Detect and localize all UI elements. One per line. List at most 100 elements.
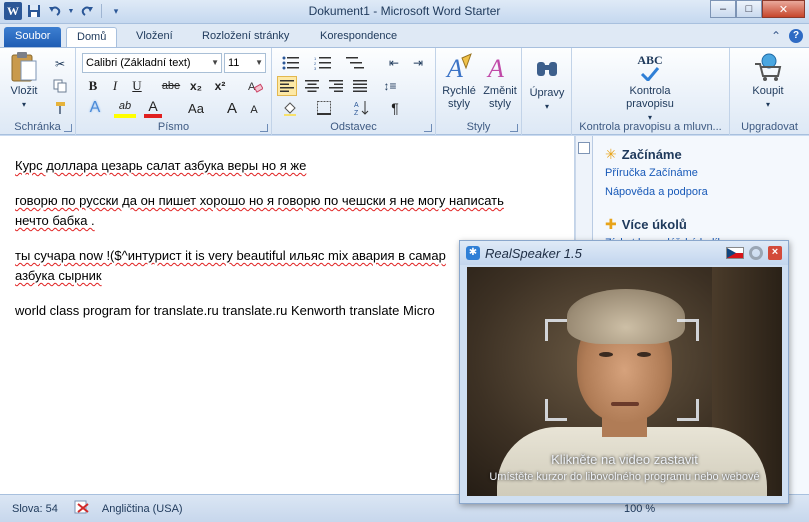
realspeaker-window[interactable]: ✱ RealSpeaker 1.5 × Klikněte na video za… [459, 240, 789, 504]
quick-styles-button[interactable]: A Rychlé styly [440, 52, 478, 111]
spellcheck-abc: ABC [637, 52, 663, 67]
pane-heading-text: Začínáme [621, 147, 682, 162]
proofing-status-icon[interactable] [74, 500, 90, 517]
camera-video[interactable]: Klikněte na video zastavit Umístěte kurz… [467, 267, 782, 496]
shopping-cart-icon [753, 52, 783, 82]
show-marks-button[interactable]: ¶ [386, 98, 404, 118]
group-paragraph: 123 ⇤ ⇥ ↕≡ AZ ¶ Odstavec [272, 48, 436, 135]
word-count[interactable]: Slova: 54 [12, 503, 58, 515]
tab-insert[interactable]: Vložení [126, 27, 183, 48]
italic-button[interactable]: I [106, 76, 124, 96]
zoom-level[interactable]: 100 % [624, 503, 655, 515]
numbering-icon[interactable]: 123 [310, 53, 336, 73]
realspeaker-title: RealSpeaker 1.5 [485, 246, 582, 261]
face-frame-corner [545, 399, 567, 421]
tab-mailings[interactable]: Korespondence [310, 27, 407, 48]
spelling-button[interactable]: ABC Kontrola pravopisu ▾ [610, 52, 690, 124]
quick-styles-label: Rychlé styly [442, 85, 476, 110]
font-color-button[interactable]: A [144, 98, 162, 118]
maximize-button[interactable]: □ [736, 0, 762, 18]
doc-line[interactable]: говорю по русски да он пишет хорошо но я… [15, 191, 574, 211]
help-icon[interactable]: ? [789, 29, 803, 43]
change-styles-icon: A [485, 52, 515, 82]
buy-dropdown-icon: ▾ [765, 100, 770, 109]
font-name-select[interactable]: Calibri (Základní text) ▼ [82, 53, 222, 73]
editing-dropdown-icon: ▾ [544, 102, 549, 111]
increase-indent-icon[interactable]: ⇥ [408, 53, 428, 73]
doc-text: Курс доллара цезарь салат азбука веры но… [15, 158, 307, 173]
buy-label: Koupit [752, 85, 784, 97]
tab-file[interactable]: Soubor [4, 27, 62, 48]
cut-icon[interactable]: ✂ [50, 54, 70, 74]
ribbon-tabs: Soubor Domů Vložení Rozložení stránky Ko… [0, 24, 809, 48]
shading-icon[interactable] [280, 98, 300, 118]
paste-dropdown-icon[interactable]: ▾ [22, 98, 26, 111]
highlight-button[interactable]: ab [114, 98, 136, 118]
align-right-icon[interactable] [326, 76, 346, 96]
quick-styles-icon: A [444, 52, 474, 82]
multilevel-list-icon[interactable] [342, 53, 368, 73]
video-person-mouth [611, 402, 639, 406]
realspeaker-logo-icon: ✱ [466, 246, 480, 260]
font-size-value: 11 [228, 57, 240, 69]
bold-button[interactable]: B [84, 76, 102, 96]
group-label-font: Písmo [157, 121, 190, 133]
align-center-icon[interactable] [302, 76, 322, 96]
subscript-button[interactable]: x₂ [186, 76, 206, 96]
chevron-down-icon: ▼ [211, 58, 219, 67]
font-launcher-icon[interactable] [260, 124, 268, 132]
doc-line[interactable]: Курс доллара цезарь салат азбука веры но… [15, 156, 574, 176]
decrease-indent-icon[interactable]: ⇤ [384, 53, 404, 73]
change-styles-button[interactable]: A Změnit styly [480, 52, 520, 111]
line-spacing-icon[interactable]: ↕≡ [380, 76, 400, 96]
shrink-font-button[interactable]: A [246, 100, 262, 120]
collapse-ribbon-icon[interactable]: ⌃ [771, 29, 781, 43]
clear-formatting-icon[interactable]: A [246, 76, 264, 96]
sparkle-icon: ✳ [605, 146, 617, 162]
bullets-icon[interactable] [278, 53, 304, 73]
grow-font-button[interactable]: A [224, 98, 240, 118]
paste-button[interactable]: Vložit ▾ [6, 52, 42, 111]
doc-text: world class program for translate.ru tra… [15, 303, 435, 318]
tab-page-layout[interactable]: Rozložení stránky [192, 27, 299, 48]
editing-button[interactable]: Úpravy ▾ [528, 54, 566, 113]
format-painter-icon[interactable] [50, 98, 70, 118]
video-person-eye [599, 352, 613, 357]
czech-flag-icon[interactable] [726, 247, 744, 259]
align-left-icon[interactable] [277, 76, 297, 96]
buy-button[interactable]: Koupit ▾ [746, 52, 790, 111]
close-button[interactable]: ✕ [762, 0, 805, 18]
copy-icon[interactable] [50, 76, 70, 96]
clipboard-launcher-icon[interactable] [64, 124, 72, 132]
pane-heading-text: Více úkolů [621, 217, 687, 232]
font-name-value: Calibri (Základní text) [86, 57, 191, 69]
group-editing: Úpravy ▾ [522, 48, 572, 135]
paste-label: Vložit [10, 85, 38, 97]
link-help-support[interactable]: Nápověda a podpora [605, 186, 708, 198]
tab-home[interactable]: Domů [66, 27, 118, 48]
strikethrough-button[interactable]: abe [158, 76, 184, 96]
font-size-select[interactable]: 11 ▼ [224, 53, 266, 73]
styles-launcher-icon[interactable] [510, 124, 518, 132]
justify-icon[interactable] [350, 76, 370, 96]
realspeaker-close-icon[interactable]: × [768, 246, 782, 260]
doc-line[interactable]: нечто бабка . [15, 211, 574, 231]
borders-icon[interactable] [314, 98, 334, 118]
group-clipboard: Vložit ▾ ✂ Schránka [0, 48, 76, 135]
underline-button[interactable]: U [128, 76, 146, 96]
link-getting-started-guide[interactable]: Příručka Začínáme [605, 167, 698, 179]
sort-icon[interactable]: AZ [352, 98, 372, 118]
realspeaker-title-bar[interactable]: ✱ RealSpeaker 1.5 × [460, 241, 788, 265]
doc-text: азбука сырник [15, 268, 102, 283]
ruler-toggle-icon[interactable] [578, 142, 590, 154]
language-status[interactable]: Angličtina (USA) [102, 503, 183, 515]
video-person-hair [567, 289, 685, 344]
paragraph-launcher-icon[interactable] [424, 124, 432, 132]
text-effects-button[interactable]: A [84, 98, 106, 118]
minimize-button[interactable]: – [710, 0, 736, 18]
superscript-button[interactable]: x² [210, 76, 230, 96]
change-case-button[interactable]: Aa [184, 98, 208, 118]
group-upgrade: Koupit ▾ Upgradovat [730, 48, 809, 135]
paste-icon [9, 52, 39, 82]
settings-icon[interactable] [749, 246, 763, 260]
